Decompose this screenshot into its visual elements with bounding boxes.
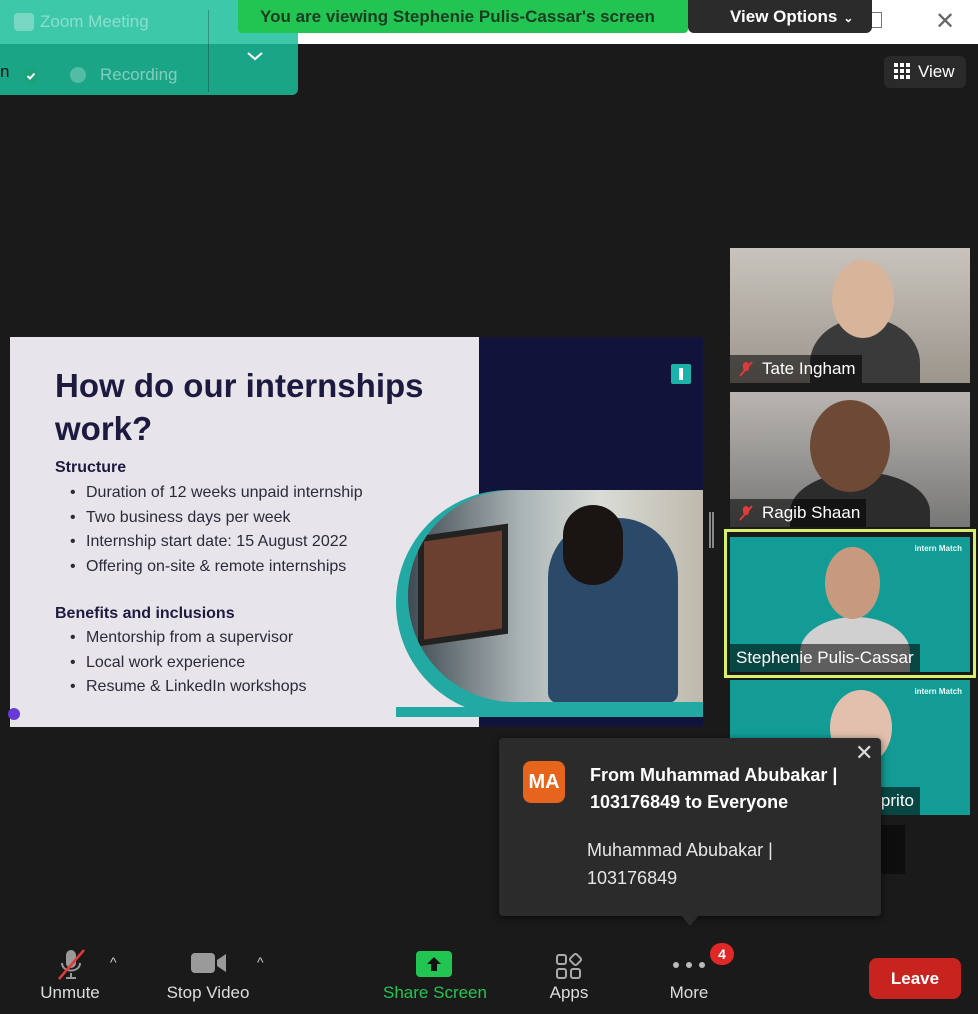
apps-icon [556, 953, 583, 979]
stop-video-label: Stop Video [166, 983, 250, 1002]
video-camera-icon [191, 953, 226, 973]
share-screen-button[interactable]: Share Screen [378, 945, 492, 1005]
brand-watermark: intern Match [914, 687, 962, 696]
notification-pointer [680, 914, 700, 926]
leave-button[interactable]: Leave [869, 958, 961, 999]
slide-title: How do our internships work? [55, 367, 424, 447]
brand-watermark: intern Match [914, 544, 962, 553]
recording-label: Recording [100, 65, 178, 84]
list-item: Mentorship from a supervisor [70, 626, 307, 651]
notification-message: Muhammad Abubakar | 103176849 [587, 840, 773, 888]
apps-label: Apps [549, 983, 589, 1002]
notification-sender: From Muhammad Abubakar | 103176849 to Ev… [590, 765, 838, 812]
shared-screen-slide: How do our internships work? Structure D… [10, 337, 703, 727]
screen-share-banner: You are viewing Stephenie Pulis-Cassar's… [238, 0, 688, 33]
mic-muted-icon [739, 505, 753, 521]
mic-muted-icon [58, 949, 85, 980]
list-item: Offering on-site & remote internships [70, 555, 363, 580]
participant-tile-active[interactable]: intern Match Stephenie Pulis-Cassar [730, 537, 970, 672]
chat-notification[interactable]: MA From Muhammad Abubakar | 103176849 to… [499, 738, 881, 916]
participant-face [810, 400, 890, 492]
share-screen-icon [416, 951, 452, 977]
annotation-icon[interactable] [8, 708, 20, 720]
stop-video-button[interactable]: Stop Video [158, 945, 258, 1005]
zoom-app-icon [14, 13, 34, 31]
divider [208, 10, 209, 92]
view-options-button[interactable]: View Options ⌄ [688, 0, 872, 33]
list-item: Duration of 12 weeks unpaid internship [70, 481, 363, 506]
section-heading-structure: Structure [55, 459, 127, 476]
video-options-caret[interactable]: ^ [257, 954, 264, 970]
grid-view-icon [894, 63, 910, 79]
more-label: More [669, 983, 709, 1002]
more-dots-icon [673, 962, 705, 968]
meeting-title: Zoom Meeting [40, 12, 149, 31]
participant-face [832, 260, 894, 338]
apps-button[interactable]: Apps [538, 945, 600, 1005]
close-icon[interactable]: ✕ [855, 742, 873, 764]
structure-list: Duration of 12 weeks unpaid internship T… [70, 481, 363, 579]
unmute-label: Unmute [40, 983, 100, 1002]
slide-photo [408, 490, 703, 702]
list-item: Two business days per week [70, 506, 363, 531]
avatar: MA [523, 761, 565, 803]
participant-name: prito [874, 787, 920, 815]
mic-muted-icon [739, 361, 753, 377]
participant-tile[interactable]: Tate Ingham [730, 248, 970, 383]
hidden-panel [881, 825, 905, 874]
notification-badge: 4 [710, 943, 734, 965]
slide-accent-bar [396, 707, 703, 717]
share-screen-label: Share Screen [383, 983, 487, 1002]
participant-face [825, 547, 880, 619]
brand-logo-icon [671, 364, 691, 384]
chevron-down-icon: ⌄ [843, 11, 854, 25]
list-item: Local work experience [70, 651, 307, 676]
list-item: Resume & LinkedIn workshops [70, 675, 307, 700]
unmute-button[interactable]: Unmute [28, 945, 112, 1005]
participant-name: Stephenie Pulis-Cassar [730, 644, 920, 672]
truncated-text: n [0, 62, 10, 81]
participant-tile[interactable]: Ragib Shaan [730, 392, 970, 527]
shield-icon[interactable] [22, 66, 40, 86]
view-options-label: View Options [730, 7, 838, 26]
recording-icon [70, 67, 86, 83]
chevron-down-icon[interactable] [244, 48, 266, 64]
person-head-shape [563, 505, 623, 585]
list-item: Internship start date: 15 August 2022 [70, 530, 363, 555]
section-heading-benefits: Benefits and inclusions [55, 605, 235, 622]
benefits-list: Mentorship from a supervisor Local work … [70, 626, 307, 700]
resize-handle[interactable] [709, 512, 714, 548]
close-window-icon[interactable]: ✕ [934, 10, 956, 34]
monitor-shape [418, 523, 508, 647]
audio-options-caret[interactable]: ^ [110, 954, 117, 970]
